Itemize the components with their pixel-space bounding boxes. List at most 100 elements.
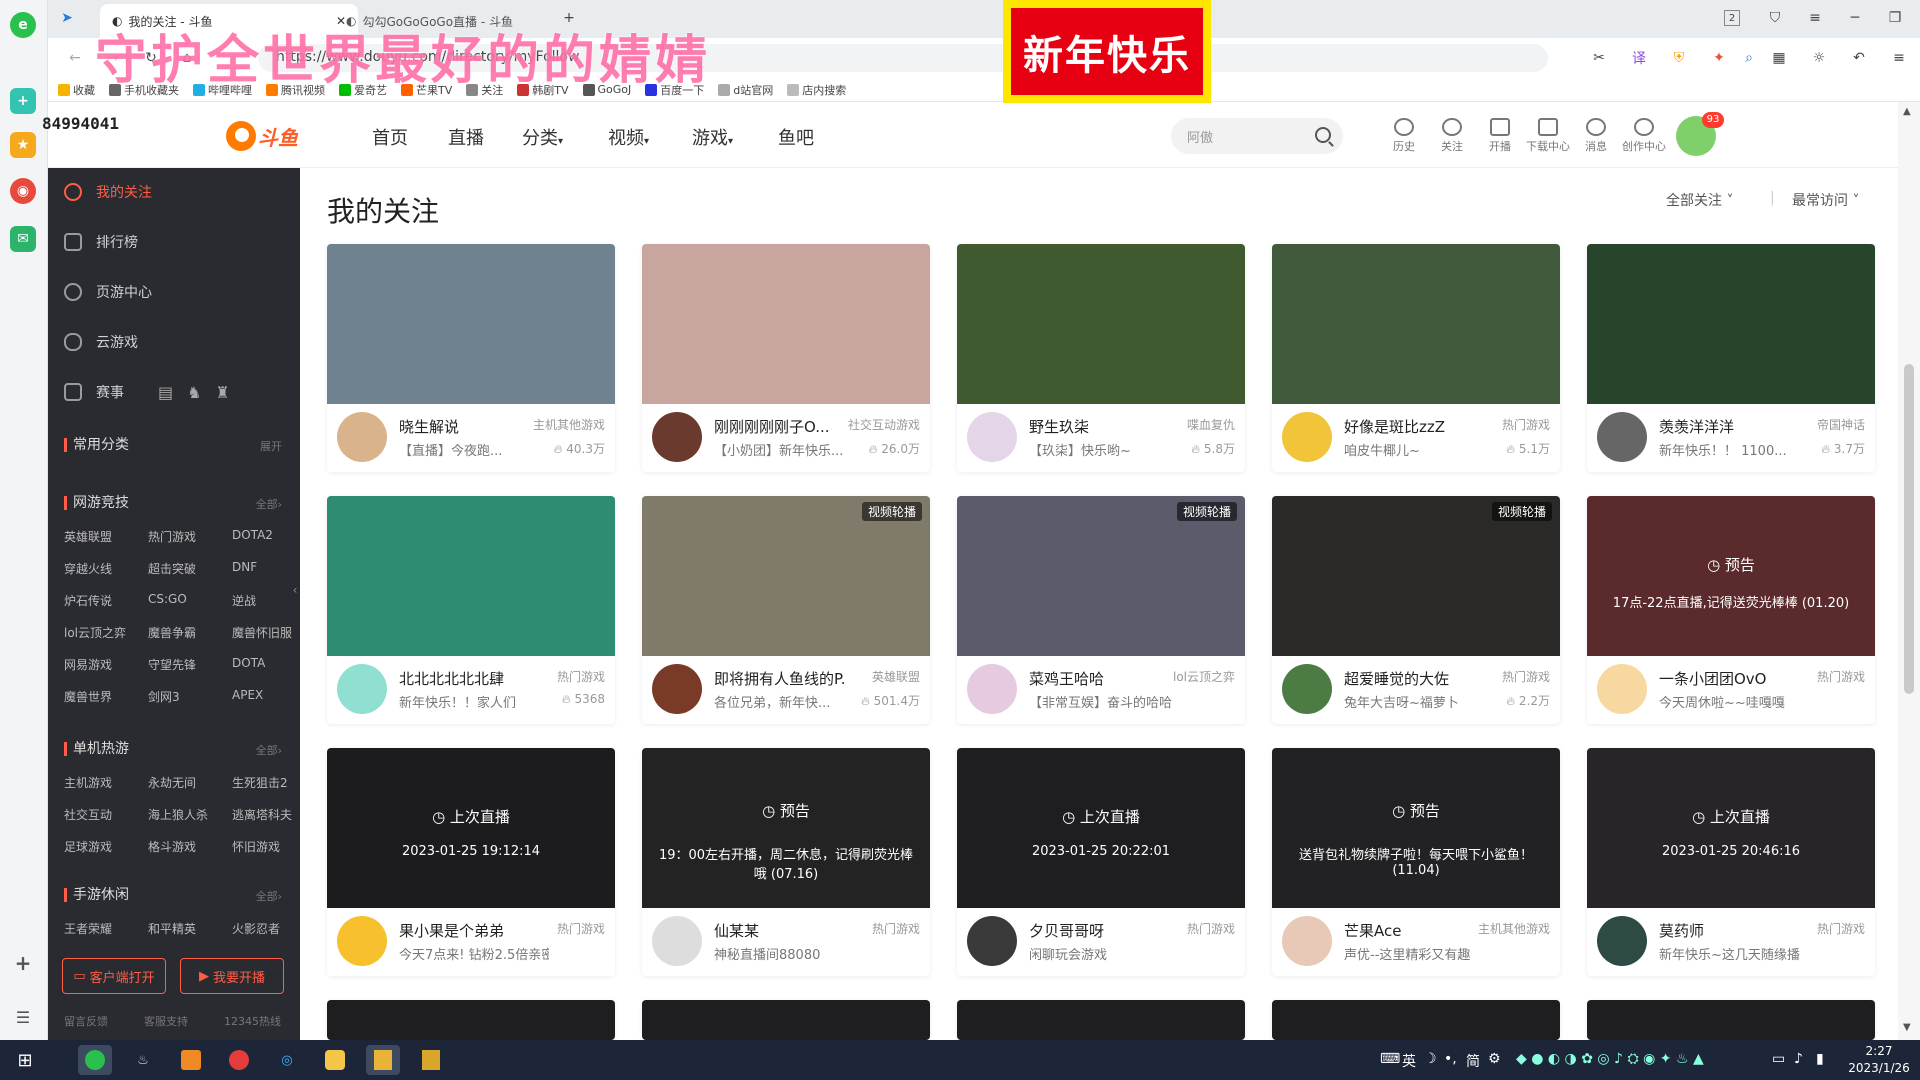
- streamer-name[interactable]: 好像是斑比zzZ: [1344, 416, 1474, 437]
- streamer-avatar[interactable]: [1282, 664, 1332, 714]
- streamer-avatar[interactable]: [337, 664, 387, 714]
- history-button[interactable]: 历史: [1382, 118, 1426, 154]
- streamer-avatar[interactable]: [1282, 916, 1332, 966]
- open-client-button[interactable]: ▭ 客户端打开: [62, 958, 166, 994]
- stream-thumbnail[interactable]: 视频轮播: [642, 496, 930, 656]
- apps-grid-icon[interactable]: ▦: [1768, 48, 1790, 68]
- browser-logo-icon[interactable]: e: [10, 12, 36, 38]
- shield-icon[interactable]: ⛨: [1668, 48, 1690, 68]
- follow-card[interactable]: 视频轮播 即将拥有人鱼线的P... 英雄联盟 各位兄弟，新年快... 🔥︎ 501.4万: [642, 496, 930, 724]
- nav-home[interactable]: 首页: [372, 124, 408, 150]
- moon-icon[interactable]: ☽: [1424, 1051, 1437, 1067]
- scrollbar-thumb[interactable]: [1904, 364, 1914, 694]
- nav-games[interactable]: 游戏▾: [692, 124, 733, 150]
- feedback-link[interactable]: 留言反馈: [64, 1013, 108, 1029]
- category-link[interactable]: DOTA2: [232, 528, 273, 542]
- support-link[interactable]: 客服支持: [144, 1013, 188, 1029]
- streamer-name[interactable]: 果小果是个弟弟: [399, 920, 529, 941]
- follow-card[interactable]: 晓生解说 主机其他游戏 【直播】今夜跑... 🔥︎ 40.3万: [327, 244, 615, 472]
- follow-card[interactable]: 羡羡洋洋洋 帝国神话 新年快乐！！ 1100... 🔥︎ 3.7万: [1587, 244, 1875, 472]
- ime-language[interactable]: 英: [1402, 1051, 1416, 1071]
- streamer-name[interactable]: 芒果Ace: [1344, 920, 1474, 941]
- streamer-name[interactable]: 羡羡洋洋洋: [1659, 416, 1789, 437]
- sort-dropdown[interactable]: 最常访问 ˅: [1792, 190, 1859, 210]
- category-link[interactable]: 和平精英: [148, 920, 196, 937]
- streamer-avatar[interactable]: [652, 664, 702, 714]
- stream-category[interactable]: 热门游戏: [557, 668, 605, 685]
- category-link[interactable]: 热门游戏: [148, 528, 196, 545]
- stream-thumbnail[interactable]: ◷ 上次直播 2023-01-25 20:22:01: [957, 748, 1245, 908]
- stream-thumbnail[interactable]: ◷ 预告 19：00左右开播，周二休息，记得刷荧光棒哦 (07.16): [642, 748, 930, 908]
- streamer-name[interactable]: 莫药师: [1659, 920, 1789, 941]
- nav-video[interactable]: 视频▾: [608, 124, 649, 150]
- streamer-name[interactable]: 夕贝哥哥呀: [1029, 920, 1159, 941]
- category-link[interactable]: 逃离塔科夫: [232, 806, 292, 823]
- bookmark-item[interactable]: d站官网: [718, 82, 773, 98]
- sidebar-item-events[interactable]: 赛事 ▤ ♞ ♜: [64, 372, 284, 412]
- weibo-icon[interactable]: ◉: [10, 178, 36, 204]
- filter-dropdown[interactable]: 全部关注 ˅: [1666, 190, 1733, 210]
- bookmark-item[interactable]: 店内搜索: [787, 82, 846, 98]
- page-scrollbar[interactable]: ▲ ▼: [1898, 102, 1920, 1040]
- follow-card[interactable]: ◷ 上次直播 2023-01-25 20:22:01 夕贝哥哥呀 热门游戏 闲聊玩会游戏: [957, 748, 1245, 976]
- stream-category[interactable]: 主机其他游戏: [1478, 920, 1550, 937]
- go-live-button[interactable]: 开播: [1478, 118, 1522, 154]
- streamer-avatar[interactable]: [967, 664, 1017, 714]
- follow-card[interactable]: [1587, 1000, 1875, 1040]
- stream-category[interactable]: 热门游戏: [1817, 668, 1865, 685]
- tab-count-icon[interactable]: 2: [1724, 10, 1740, 26]
- shirt-skin-icon[interactable]: ⛉: [1764, 8, 1786, 28]
- taskbar-netease-icon[interactable]: [222, 1045, 256, 1075]
- category-link[interactable]: 逆战: [232, 592, 256, 609]
- follow-card[interactable]: 视频轮播 菜鸡王哈哈 lol云顶之弈 【非常互娱】奋斗的哈哈: [957, 496, 1245, 724]
- add-icon[interactable]: +: [10, 950, 36, 976]
- lpl-logo-icon[interactable]: ▤: [158, 383, 173, 402]
- stream-category[interactable]: 喋血复仇: [1187, 416, 1235, 433]
- mail-icon[interactable]: ✉: [10, 226, 36, 252]
- stream-category[interactable]: 热门游戏: [872, 920, 920, 937]
- streamer-name[interactable]: 一条小团团OvO: [1659, 668, 1789, 689]
- category-link[interactable]: 生死狙击2: [232, 774, 288, 791]
- scissors-icon[interactable]: ✂: [1588, 48, 1610, 68]
- start-streaming-button[interactable]: ▶ 我要开播: [180, 958, 284, 994]
- douyu-logo[interactable]: 斗鱼: [226, 118, 308, 154]
- category-link[interactable]: CS:GO: [148, 592, 187, 606]
- sidebar-item-webgame[interactable]: 页游中心: [64, 272, 284, 312]
- sidebar-item-my-follow[interactable]: 我的关注: [64, 172, 284, 212]
- keyboard-icon[interactable]: ⌨: [1380, 1051, 1400, 1067]
- download-center-button[interactable]: 下载中心: [1526, 118, 1570, 154]
- streamer-avatar[interactable]: [337, 412, 387, 462]
- category-link[interactable]: 足球游戏: [64, 838, 112, 855]
- brightness-icon[interactable]: ☼: [1808, 48, 1830, 68]
- stream-category[interactable]: 社交互动游戏: [848, 416, 920, 433]
- nav-fishbar[interactable]: 鱼吧: [778, 124, 814, 150]
- sidebar-item-ranking[interactable]: 排行榜: [64, 222, 284, 262]
- stream-thumbnail[interactable]: [327, 496, 615, 656]
- category-link[interactable]: 超击突破: [148, 560, 196, 577]
- streamer-name[interactable]: 仙某某: [714, 920, 844, 941]
- stream-thumbnail[interactable]: [642, 244, 930, 404]
- taskbar-media-icon[interactable]: [366, 1045, 400, 1075]
- category-link[interactable]: 永劫无间: [148, 774, 196, 791]
- category-link[interactable]: 网易游戏: [64, 656, 112, 673]
- follow-card[interactable]: [642, 1000, 930, 1040]
- stream-category[interactable]: 热门游戏: [1502, 416, 1550, 433]
- settings-icon[interactable]: ⚙: [1488, 1051, 1501, 1067]
- follow-card[interactable]: [327, 1000, 615, 1040]
- streamer-avatar[interactable]: [967, 412, 1017, 462]
- stream-category[interactable]: lol云顶之弈: [1173, 668, 1235, 685]
- scroll-up-icon[interactable]: ▲: [1903, 106, 1911, 117]
- category-link[interactable]: 怀旧游戏: [232, 838, 280, 855]
- game-icon[interactable]: ✦: [1708, 48, 1730, 68]
- category-link[interactable]: 主机游戏: [64, 774, 112, 791]
- scroll-down-icon[interactable]: ▼: [1903, 1022, 1911, 1033]
- taskbar-app-icon[interactable]: [174, 1045, 208, 1075]
- stream-thumbnail[interactable]: ◷ 预告 送背包礼物续牌子啦！每天喂下小鲨鱼！ (11.04): [1272, 748, 1560, 908]
- category-link[interactable]: 魔兽争霸: [148, 624, 196, 641]
- stream-thumbnail[interactable]: 视频轮播: [957, 496, 1245, 656]
- category-link[interactable]: 穿越火线: [64, 560, 112, 577]
- follow-card[interactable]: ◷ 上次直播 2023-01-25 20:46:16 莫药师 热门游戏 新年快乐~这几天…: [1587, 748, 1875, 976]
- volume-icon[interactable]: ♪: [1794, 1051, 1803, 1067]
- messages-button[interactable]: 消息: [1574, 118, 1618, 154]
- taskbar-steam-icon[interactable]: ♨: [126, 1045, 160, 1075]
